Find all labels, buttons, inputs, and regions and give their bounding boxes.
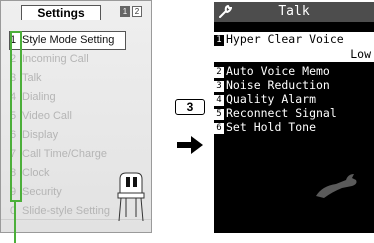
pointer-line: [14, 200, 16, 243]
page-1-indicator: 1: [120, 6, 130, 17]
menu-item-label: Clock: [22, 167, 50, 179]
menu-item-number: 1: [214, 35, 224, 46]
menu-item-label: Reconnect Signal: [226, 106, 337, 120]
menu-item-hyper-clear-voice[interactable]: 1 Hyper Clear Voice Low: [214, 32, 374, 62]
menu-item-label: Video Call: [22, 110, 72, 122]
page-title: Settings: [21, 5, 101, 20]
menu-item-label: Talk: [22, 72, 42, 84]
menu-item-number: 3: [214, 81, 224, 92]
key-3-indicator: 3: [175, 99, 205, 115]
menu-item-label: Incoming Call: [22, 53, 89, 65]
menu-item-label: Set Hold Tone: [226, 120, 317, 134]
number-column-highlight: [10, 31, 22, 202]
menu-item-style-mode-setting[interactable]: 1 Style Mode Setting: [9, 31, 126, 50]
menu-item-label: Dialing: [22, 91, 56, 103]
menu-item-number: 5: [214, 109, 224, 120]
menu-item-label: Noise Reduction: [226, 78, 330, 92]
menu-item-label: Slide-style Setting: [22, 205, 111, 217]
settings-header: Settings 1 2: [1, 1, 151, 21]
page-title: Talk: [278, 4, 310, 19]
arrow-right-icon: [177, 136, 203, 154]
talk-header: Talk: [214, 2, 374, 22]
menu-item-set-hold-tone[interactable]: 6 Set Hold Tone: [214, 120, 374, 134]
wrench-watermark-icon: [316, 174, 357, 198]
menu-item-label: Hyper Clear Voice: [226, 32, 344, 46]
menu-item-label: Display: [22, 129, 59, 141]
chair-illustration-icon: [117, 172, 145, 222]
menu-item-number: 6: [214, 123, 224, 134]
menu-item-talk[interactable]: 3 Talk: [10, 69, 150, 88]
menu-item-incoming-call[interactable]: 2 Incoming Call: [10, 50, 150, 69]
menu-item-reconnect-signal[interactable]: 5 Reconnect Signal: [214, 106, 374, 120]
menu-item-auto-voice-memo[interactable]: 2 Auto Voice Memo: [214, 64, 374, 78]
menu-item-quality-alarm[interactable]: 4 Quality Alarm: [214, 92, 374, 106]
menu-item-number: 0: [10, 202, 22, 221]
menu-item-display[interactable]: 6 Display: [10, 126, 150, 145]
menu-item-call-time-charge[interactable]: 7 Call Time/Charge: [10, 145, 150, 164]
menu-item-noise-reduction[interactable]: 3 Noise Reduction: [214, 78, 374, 92]
menu-item-label: Auto Voice Memo: [226, 64, 330, 78]
settings-screen: Settings 1 2 1 Style Mode Setting 2 Incomi…: [0, 0, 152, 233]
menu-item-video-call[interactable]: 5 Video Call: [10, 107, 150, 126]
menu-item-value: Low: [350, 47, 371, 61]
talk-screen: Talk 1 Hyper Clear Voice Low 2 Auto Voice …: [214, 2, 374, 233]
menu-item-number: 2: [214, 67, 224, 78]
menu-item-label: Style Mode Setting: [22, 34, 115, 46]
menu-item-dialing[interactable]: 4 Dialing: [10, 88, 150, 107]
menu-item-label: Quality Alarm: [226, 92, 317, 106]
menu-item-label: Call Time/Charge: [22, 148, 107, 160]
menu-item-number: 4: [214, 95, 224, 106]
page-indicator: 1 2: [120, 6, 142, 17]
menu-item-label: Security: [22, 186, 62, 198]
page-2-indicator: 2: [132, 6, 142, 17]
